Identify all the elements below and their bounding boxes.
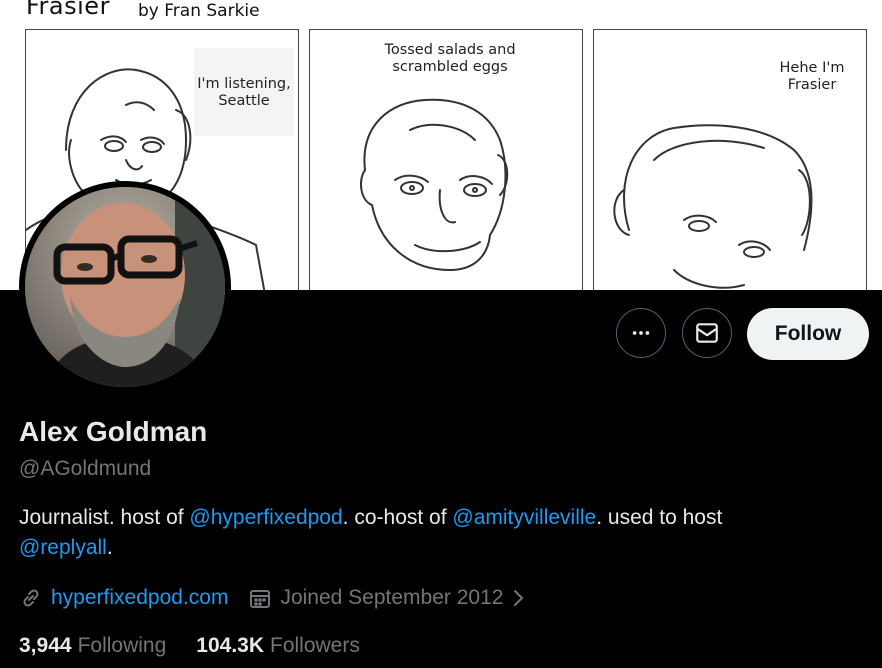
bubble-line: scrambled eggs <box>392 59 508 75</box>
profile-meta: hyperfixedpod.com Joined September 2012 <box>19 583 527 613</box>
bubble-line: Tossed salads and <box>384 42 516 58</box>
bio-mention-amityvilleville[interactable]: @amityvilleville <box>452 506 596 529</box>
more-options-button[interactable] <box>616 308 666 358</box>
comic-panel-3: Hehe I'm Frasier <box>593 29 867 290</box>
profile-handle: @AGoldmund <box>19 457 152 480</box>
followers-label: Followers <box>270 634 360 657</box>
more-horizontal-icon <box>632 331 650 335</box>
bio-text: . used to host <box>596 506 723 529</box>
bio-mention-replyall[interactable]: @replyall <box>19 536 107 559</box>
followers-count: 104.3K <box>196 634 264 657</box>
comic-title: Frasier <box>26 0 110 20</box>
profile-name: Alex Goldman <box>19 416 208 447</box>
bio-text: . co-host of <box>342 506 453 529</box>
speech-bubble-1: I'm listening, Seattle <box>194 48 294 136</box>
following-count: 3,944 <box>19 634 72 657</box>
link-icon <box>19 586 43 610</box>
bubble-line: Hehe I'm <box>779 60 845 76</box>
follow-button[interactable]: Follow <box>747 308 869 360</box>
follow-stats: 3,944 Following 104.3K Followers <box>19 634 360 658</box>
bio-mention-hyperfixedpod[interactable]: @hyperfixedpod <box>189 506 342 529</box>
message-button[interactable] <box>682 308 732 358</box>
envelope-icon <box>696 323 718 343</box>
bubble-line: I'm listening, <box>197 76 291 92</box>
speech-bubble-2: Tossed salads and scrambled eggs <box>370 42 530 76</box>
following-link[interactable]: 3,944 Following <box>19 634 166 658</box>
profile-avatar[interactable] <box>19 181 231 393</box>
calendar-icon <box>248 586 272 610</box>
comic-author: by Fran Sarkie <box>138 1 260 21</box>
bubble-line: Frasier <box>787 77 837 93</box>
website-link[interactable]: hyperfixedpod.com <box>51 586 228 610</box>
avatar-photo <box>25 187 225 387</box>
following-label: Following <box>77 634 167 657</box>
profile-bio: Journalist. host of @hyperfixedpod. co-h… <box>19 503 869 563</box>
followers-link[interactable]: 104.3K Followers <box>196 634 360 658</box>
chevron-right-icon[interactable] <box>509 587 527 609</box>
bubble-line: Seattle <box>218 93 270 109</box>
joined-date: Joined September 2012 <box>280 586 504 609</box>
bio-text: Journalist. host of <box>19 506 190 529</box>
comic-panel-2: Tossed salads and scrambled eggs <box>309 29 583 290</box>
bio-text: . <box>106 536 113 559</box>
speech-bubble-3: Hehe I'm Frasier <box>762 60 862 94</box>
